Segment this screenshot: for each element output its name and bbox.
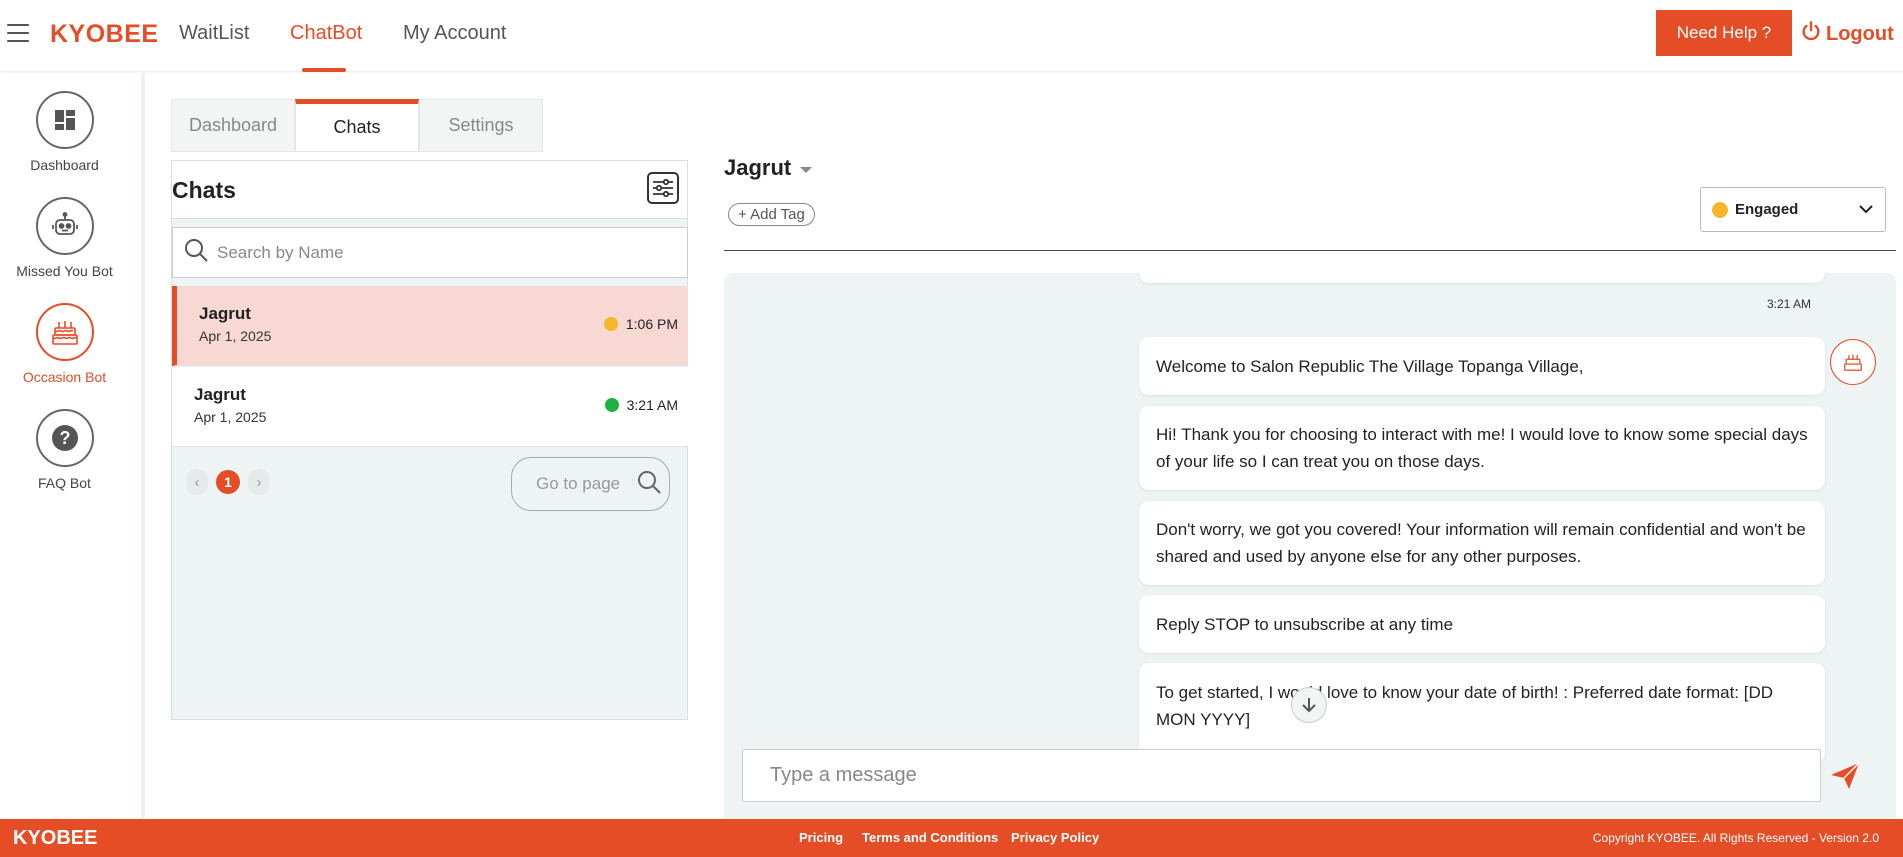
nav-my-account[interactable]: My Account xyxy=(403,22,506,45)
tab-dashboard[interactable]: Dashboard xyxy=(171,99,295,152)
chat-status: 3:21 AM xyxy=(604,397,678,413)
hamburger-menu-icon[interactable] xyxy=(7,24,29,42)
sidebar-label-faq-bot: FAQ Bot xyxy=(38,475,91,491)
search-icon xyxy=(183,237,209,268)
message-bubble: To get started, I would love to know you… xyxy=(1139,663,1825,763)
footer-link-pricing[interactable]: Pricing xyxy=(799,830,843,845)
search-icon[interactable] xyxy=(636,469,662,500)
chat-date: Apr 1, 2025 xyxy=(194,409,267,425)
top-navigation-bar: KYOBEE WaitList ChatBot My Account Need … xyxy=(0,0,1903,72)
sidebar-item-dashboard[interactable]: Dashboard xyxy=(0,91,129,173)
message-bubble: Welcome to Salon Republic The Village To… xyxy=(1139,337,1825,395)
scroll-to-bottom-button[interactable] xyxy=(1291,687,1327,723)
footer-link-terms[interactable]: Terms and Conditions xyxy=(862,830,998,845)
birthday-cake-icon xyxy=(35,303,94,361)
bot-avatar-cake-icon xyxy=(1830,339,1876,385)
add-tag-button[interactable]: + Add Tag xyxy=(728,203,815,226)
sidebar-item-faq-bot[interactable]: ? FAQ Bot xyxy=(0,409,129,491)
chat-status: 1:06 PM xyxy=(603,316,678,332)
question-mark-icon: ? xyxy=(35,409,94,467)
need-help-button[interactable]: Need Help ? xyxy=(1656,10,1792,56)
status-dot xyxy=(604,398,619,412)
chatbot-tabs: Dashboard Chats Settings xyxy=(171,99,543,152)
chat-search-box xyxy=(172,227,688,278)
contact-name: Jagrut xyxy=(724,155,792,180)
next-page-button[interactable]: › xyxy=(248,469,270,495)
chats-title: Chats xyxy=(172,177,236,203)
conversation-header: Jagrut + Add Tag Engaged xyxy=(724,155,1896,251)
page-number-current[interactable]: 1 xyxy=(216,470,240,494)
conversation-status-select[interactable]: Engaged xyxy=(1700,187,1886,232)
message-bubble: Hi! Thank you for choosing to interact w… xyxy=(1139,406,1825,490)
chat-list-item[interactable]: Jagrut Apr 1, 2025 3:21 AM xyxy=(172,367,688,447)
chat-list-item[interactable]: Jagrut Apr 1, 2025 1:06 PM xyxy=(172,286,688,366)
nav-waitlist[interactable]: WaitList xyxy=(179,22,249,45)
robot-icon xyxy=(35,197,94,255)
chats-list-header: Chats xyxy=(172,161,687,219)
message-bubble-partial xyxy=(1139,273,1825,283)
message-text: Hi! Thank you for choosing to interact w… xyxy=(1156,425,1808,471)
tab-settings[interactable]: Settings xyxy=(419,99,543,152)
status-dot xyxy=(603,317,618,331)
dashboard-grid-icon xyxy=(35,91,94,149)
footer-copyright: Copyright KYOBEE. All Rights Reserved - … xyxy=(1592,831,1879,845)
sidebar-label-missed-you-bot: Missed You Bot xyxy=(16,263,113,279)
message-bubble: Reply STOP to unsubscribe at any time xyxy=(1139,595,1825,653)
chat-contact-name: Jagrut xyxy=(194,385,246,404)
message-bubble: Don't worry, we got you covered! Your in… xyxy=(1139,501,1825,585)
arrow-down-icon xyxy=(1302,698,1316,713)
message-text: Don't worry, we got you covered! Your in… xyxy=(1156,520,1806,566)
message-text: Reply STOP to unsubscribe at any time xyxy=(1156,614,1454,634)
left-sidebar: Dashboard Missed You Bot Occasion Bot ? … xyxy=(0,73,145,818)
go-to-page-input[interactable] xyxy=(536,474,636,494)
message-timestamp: 3:21 AM xyxy=(1767,297,1812,311)
message-text: Welcome to Salon Republic The Village To… xyxy=(1156,356,1584,376)
conversation-messages[interactable]: 3:21 AM Welcome to Salon Republic The Vi… xyxy=(724,273,1896,818)
nav-active-indicator xyxy=(302,68,346,72)
send-icon[interactable] xyxy=(1829,760,1861,797)
message-input[interactable] xyxy=(770,764,1790,787)
chevron-down-icon xyxy=(1857,200,1875,223)
message-text: To get started, I would love to know you… xyxy=(1156,683,1774,729)
pagination: ‹ 1 › xyxy=(186,469,270,495)
chat-date: Apr 1, 2025 xyxy=(199,328,272,344)
message-composer xyxy=(742,749,1821,802)
sidebar-item-occasion-bot[interactable]: Occasion Bot xyxy=(0,303,129,385)
footer-link-privacy[interactable]: Privacy Policy xyxy=(1011,830,1099,845)
filter-sliders-icon[interactable] xyxy=(647,172,679,204)
caret-down-icon xyxy=(799,155,813,181)
chat-time: 1:06 PM xyxy=(625,316,678,332)
status-selected-value: Engaged xyxy=(1735,201,1799,218)
sidebar-label-dashboard: Dashboard xyxy=(30,157,99,173)
prev-page-button[interactable]: ‹ xyxy=(186,469,208,495)
logout-button[interactable]: Logout xyxy=(1800,20,1894,48)
logout-label: Logout xyxy=(1826,22,1894,45)
power-icon xyxy=(1800,20,1822,48)
footer: KYOBEE Pricing Terms and Conditions Priv… xyxy=(0,819,1903,857)
sidebar-label-occasion-bot: Occasion Bot xyxy=(22,369,107,385)
status-dot xyxy=(1712,201,1728,218)
chats-list-panel: Chats Jagrut Apr 1, 2025 1:06 PM Jagrut … xyxy=(171,160,688,720)
go-to-page-box xyxy=(511,457,670,511)
footer-brand: KYOBEE xyxy=(13,827,98,849)
sidebar-item-missed-you-bot[interactable]: Missed You Bot xyxy=(0,197,129,279)
svg-text:?: ? xyxy=(59,428,70,448)
nav-chatbot[interactable]: ChatBot xyxy=(290,22,362,45)
chat-time: 3:21 AM xyxy=(626,397,678,413)
search-by-name-input[interactable] xyxy=(217,242,667,263)
contact-name-dropdown[interactable]: Jagrut xyxy=(724,155,813,181)
brand-logo[interactable]: KYOBEE xyxy=(50,20,159,49)
chat-contact-name: Jagrut xyxy=(199,304,251,323)
tab-chats[interactable]: Chats xyxy=(295,99,419,152)
